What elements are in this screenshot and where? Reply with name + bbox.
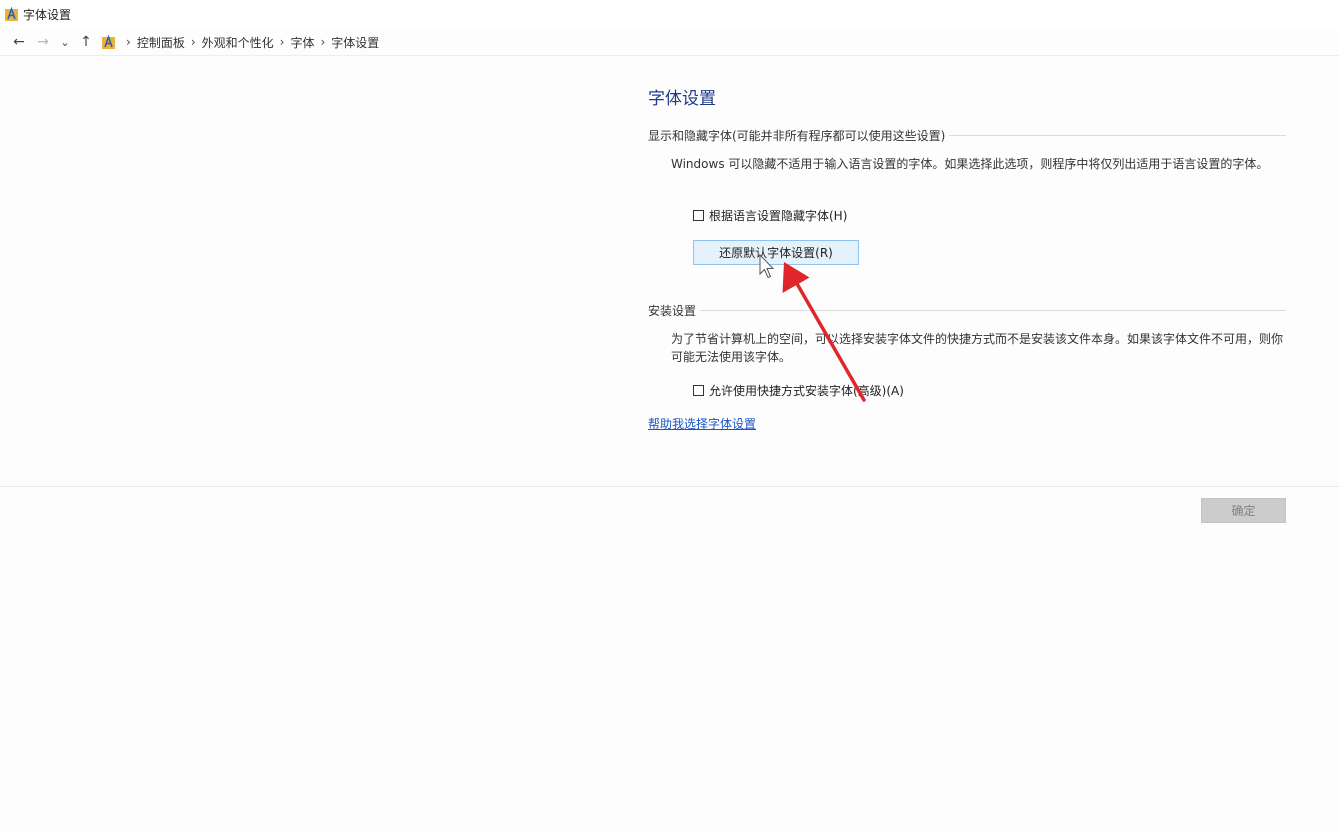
install-settings-header-label: 安装设置 [648, 303, 697, 318]
back-arrow-icon[interactable]: ← [6, 34, 32, 50]
hide-fonts-checkbox-row[interactable]: 根据语言设置隐藏字体(H) [693, 207, 847, 224]
show-hide-fonts-header-label: 显示和隐藏字体(可能并非所有程序都可以使用这些设置) [648, 128, 946, 143]
breadcrumb-separator: › [190, 35, 196, 49]
recent-locations-icon[interactable]: ⌄ [54, 36, 76, 49]
page-title: 字体设置 [648, 89, 716, 109]
install-settings-description: 为了节省计算机上的空间，可以选择安装字体文件的快捷方式而不是安装该文件本身。如果… [671, 332, 1284, 364]
help-choose-font-settings-link[interactable]: 帮助我选择字体设置 [648, 415, 756, 432]
up-arrow-icon[interactable]: ↑ [76, 34, 96, 50]
group-divider [949, 134, 1286, 136]
breadcrumb-control-panel[interactable]: 控制面板 [137, 34, 185, 51]
footer-divider [0, 486, 1339, 487]
show-hide-description: Windows 可以隐藏不适用于输入语言设置的字体。如果选择此选项，则程序中将仅… [671, 157, 1269, 171]
breadcrumb-font-settings[interactable]: 字体设置 [331, 34, 379, 51]
breadcrumb-separator: › [126, 35, 131, 49]
fonts-folder-icon [5, 6, 18, 21]
shortcut-install-checkbox-row[interactable]: 允许使用快捷方式安装字体(高级)(A) [693, 382, 904, 399]
hide-fonts-checkbox[interactable] [693, 210, 704, 221]
restore-default-font-settings-button[interactable]: 还原默认字体设置(R) [693, 240, 859, 265]
title-bar: 字体设置 [0, 0, 1339, 28]
breadcrumb-separator: › [279, 35, 285, 49]
breadcrumb-appearance[interactable]: 外观和个性化 [202, 34, 274, 51]
group-divider [700, 309, 1286, 311]
breadcrumb-folder-icon [102, 34, 115, 49]
hide-fonts-checkbox-label[interactable]: 根据语言设置隐藏字体(H) [709, 207, 847, 224]
ok-button[interactable]: 确定 [1201, 498, 1286, 523]
breadcrumb-separator: › [320, 35, 326, 49]
install-settings-group-header: 安装设置 [648, 302, 1286, 318]
shortcut-install-checkbox[interactable] [693, 385, 704, 396]
navigation-bar: ← → ⌄ ↑ › 控制面板 › 外观和个性化 › 字体 › 字体设置 [0, 29, 1339, 56]
forward-arrow-icon[interactable]: → [32, 34, 54, 50]
window-title: 字体设置 [23, 7, 72, 22]
shortcut-install-checkbox-label[interactable]: 允许使用快捷方式安装字体(高级)(A) [709, 382, 904, 399]
breadcrumb-fonts[interactable]: 字体 [290, 34, 314, 51]
show-hide-fonts-group-header: 显示和隐藏字体(可能并非所有程序都可以使用这些设置) [648, 127, 1286, 143]
